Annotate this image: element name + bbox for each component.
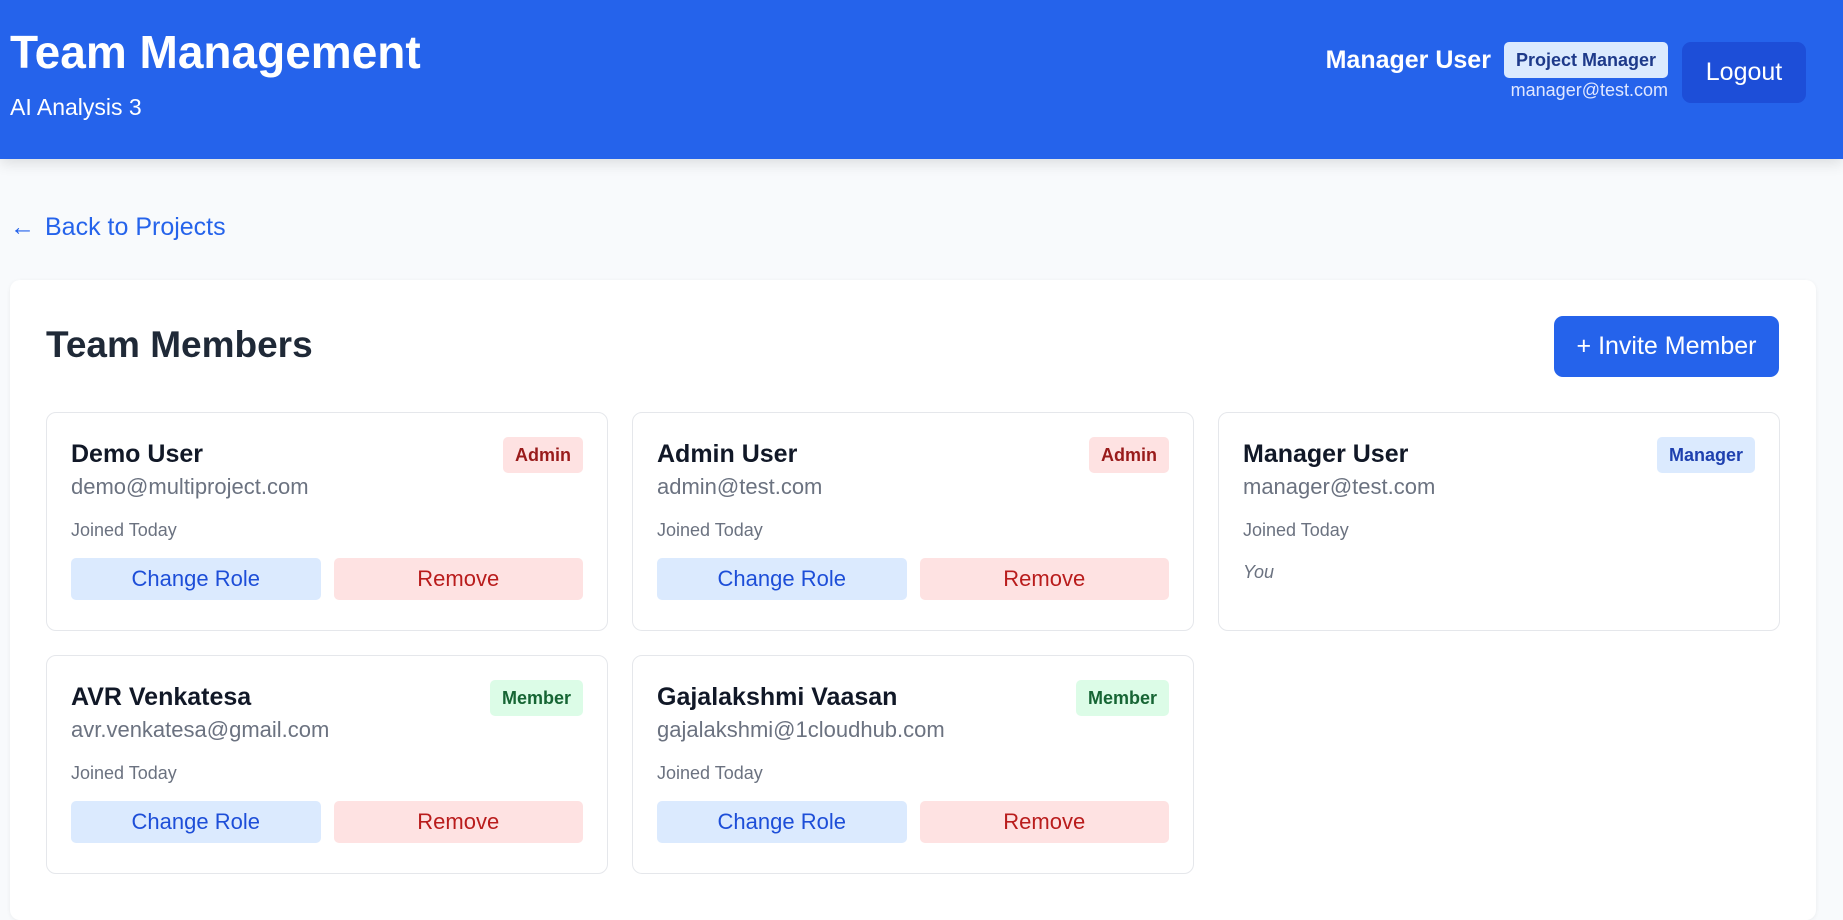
remove-member-button[interactable]: Remove — [919, 558, 1169, 600]
project-name: AI Analysis 3 — [10, 94, 142, 120]
member-role-badge: Member — [1075, 680, 1169, 716]
member-actions: Change Role Remove — [71, 558, 583, 600]
member-card: Demo User demo@multiproject.com Joined T… — [46, 412, 608, 631]
team-members-panel: Team Members + Invite Member Demo User d… — [10, 280, 1816, 920]
current-user-info: Manager User Project Manager manager@tes… — [1326, 42, 1668, 101]
member-card: Manager User manager@test.com Joined Tod… — [1218, 412, 1780, 631]
member-email: admin@test.com — [657, 474, 823, 499]
app-header: Team Management AI Analysis 3 Manager Us… — [0, 0, 1843, 159]
member-role-badge: Member — [489, 680, 583, 716]
current-user-role-badge: Project Manager — [1503, 42, 1668, 78]
invite-member-button[interactable]: + Invite Member — [1554, 316, 1779, 377]
remove-member-button[interactable]: Remove — [333, 801, 583, 843]
team-members-heading: Team Members — [46, 324, 313, 365]
member-card: Gajalakshmi Vaasan gajalakshmi@1cloudhub… — [632, 655, 1194, 874]
member-actions: Change Role Remove — [657, 801, 1169, 843]
member-joined-date: Joined Today — [71, 520, 177, 540]
change-role-button[interactable]: Change Role — [71, 558, 321, 600]
member-email: avr.venkatesa@gmail.com — [71, 717, 330, 742]
member-joined-date: Joined Today — [71, 763, 177, 783]
member-joined-date: Joined Today — [1243, 520, 1349, 540]
current-user-email: manager@test.com — [1510, 80, 1668, 100]
member-email: manager@test.com — [1243, 474, 1436, 499]
left-arrow-icon: ← — [10, 213, 35, 241]
member-role-badge: Admin — [503, 437, 583, 473]
member-role-badge: Manager — [1656, 437, 1755, 473]
logout-button[interactable]: Logout — [1682, 42, 1806, 103]
member-card: AVR Venkatesa avr.venkatesa@gmail.com Jo… — [46, 655, 608, 874]
member-email: gajalakshmi@1cloudhub.com — [657, 717, 945, 742]
remove-member-button[interactable]: Remove — [919, 801, 1169, 843]
current-user-indicator: You — [1243, 562, 1275, 582]
back-to-projects-link[interactable]: ← Back to Projects — [10, 213, 226, 242]
current-user-name: Manager User — [1325, 45, 1491, 74]
member-grid: Demo User demo@multiproject.com Joined T… — [46, 412, 1780, 874]
change-role-button[interactable]: Change Role — [657, 558, 907, 600]
member-role-badge: Admin — [1089, 437, 1169, 473]
page-title: Team Management — [10, 26, 421, 78]
member-joined-date: Joined Today — [657, 520, 763, 540]
back-link-label: Back to Projects — [45, 213, 226, 241]
member-joined-date: Joined Today — [657, 763, 763, 783]
change-role-button[interactable]: Change Role — [71, 801, 321, 843]
member-actions: Change Role Remove — [657, 558, 1169, 600]
change-role-button[interactable]: Change Role — [657, 801, 907, 843]
remove-member-button[interactable]: Remove — [333, 558, 583, 600]
member-email: demo@multiproject.com — [71, 474, 309, 499]
member-card: Admin User admin@test.com Joined Today A… — [632, 412, 1194, 631]
member-actions: Change Role Remove — [71, 801, 583, 843]
